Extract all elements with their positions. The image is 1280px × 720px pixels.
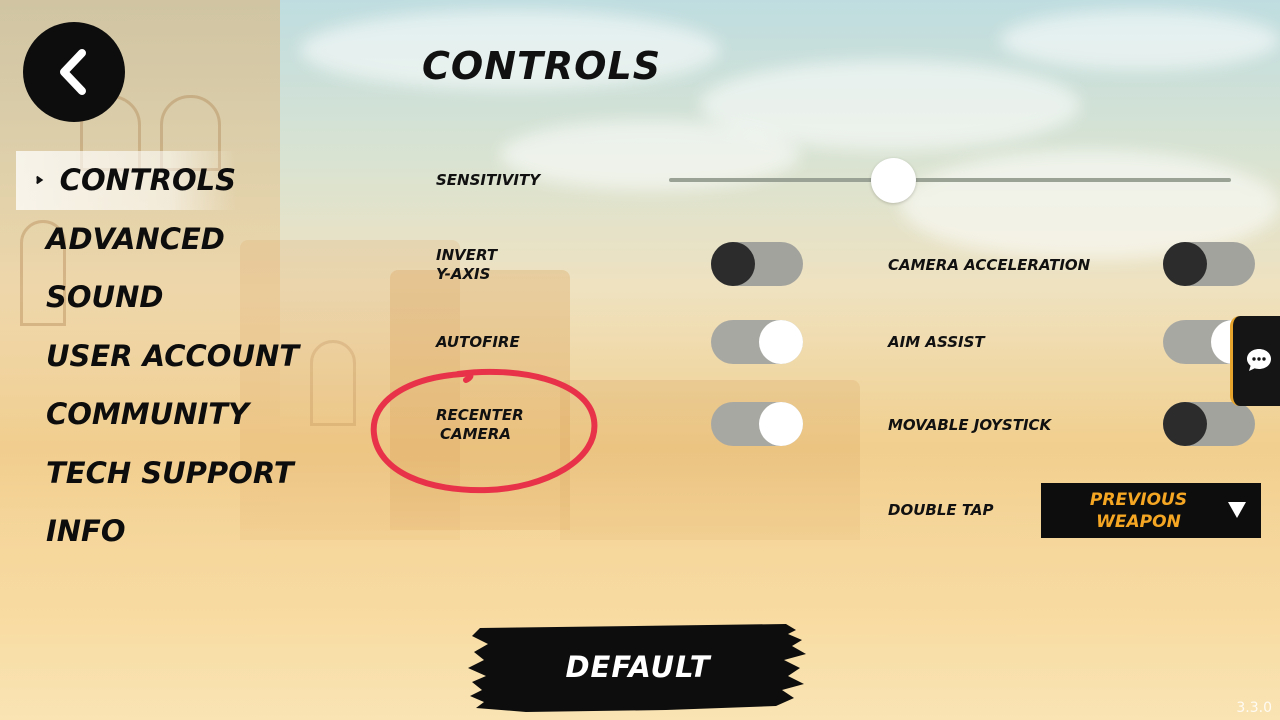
toggle-knob [759,320,803,364]
invert-y-axis-label-line2: Y-AXIS [436,265,491,283]
double-tap-value: PREVIOUS WEAPON [1051,489,1226,533]
toggle-knob [1163,242,1207,286]
default-button[interactable]: DEFAULT [466,620,810,716]
double-tap-value-line1: PREVIOUS [1089,490,1188,510]
sidebar-item-info[interactable]: INFO [16,502,286,561]
sidebar-item-label: CONTROLS [59,163,236,198]
default-button-label: DEFAULT [565,650,711,684]
double-tap-label: DOUBLE TAP [888,501,994,519]
sidebar-item-label: USER ACCOUNT [46,338,300,373]
sidebar-item-label: INFO [46,514,126,549]
toggle-knob [1163,402,1207,446]
sidebar-item-label: ADVANCED [46,221,225,256]
double-tap-value-line2: WEAPON [1096,512,1181,532]
play-arrow-icon [36,176,44,185]
sidebar-item-advanced[interactable]: ADVANCED [16,210,286,269]
toggle-knob [759,402,803,446]
sidebar-item-label: SOUND [46,280,164,315]
toggle-knob [711,242,755,286]
sidebar-nav: CONTROLS ADVANCED SOUND USER ACCOUNT COM… [16,151,299,561]
sensitivity-slider-track[interactable] [669,178,1231,182]
invert-y-axis-label: INVERT Y-AXIS [436,246,497,284]
autofire-label: AUTOFIRE [436,333,520,351]
autofire-toggle[interactable] [711,320,803,364]
chat-bubble-icon [1247,349,1271,371]
sensitivity-slider-thumb[interactable] [871,158,917,203]
double-tap-dropdown[interactable]: PREVIOUS WEAPON [1041,483,1261,538]
invert-y-axis-toggle[interactable] [711,242,803,286]
chat-button[interactable] [1230,316,1280,406]
page-title: CONTROLS [422,44,662,88]
sidebar-item-user-account[interactable]: USER ACCOUNT [16,327,299,386]
sidebar-item-controls[interactable]: CONTROLS [16,151,236,210]
version-label: 3.3.0 [1236,700,1272,716]
camera-acceleration-label: CAMERA ACCELERATION [888,256,1091,274]
sidebar-item-tech-support[interactable]: TECH SUPPORT [16,444,294,503]
sidebar-item-community[interactable]: COMMUNITY [16,385,286,444]
sidebar-item-label: COMMUNITY [46,397,250,432]
sidebar-item-label: TECH SUPPORT [46,455,294,490]
back-button[interactable] [23,22,125,122]
recenter-camera-toggle[interactable] [711,402,803,446]
movable-joystick-label: MOVABLE JOYSTICK [888,416,1052,434]
sidebar-item-sound[interactable]: SOUND [16,268,286,327]
dropdown-arrow-icon [1228,502,1246,518]
sensitivity-label: SENSITIVITY [436,171,541,189]
invert-y-axis-label-line1: INVERT [436,246,498,264]
camera-acceleration-toggle[interactable] [1163,242,1255,286]
movable-joystick-toggle[interactable] [1163,402,1255,446]
aim-assist-label: AIM ASSIST [888,333,985,351]
red-annotation-circle [370,368,598,494]
chevron-left-icon [60,49,86,95]
